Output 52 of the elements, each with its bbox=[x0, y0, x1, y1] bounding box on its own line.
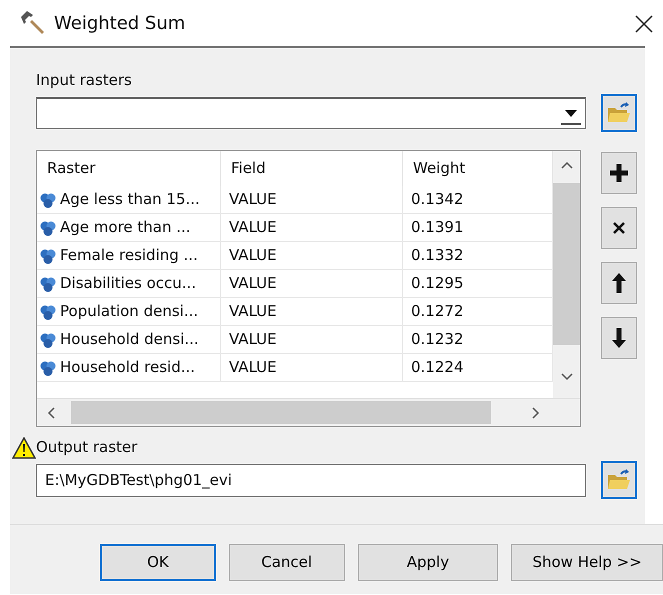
raster-name: Female residing ... bbox=[60, 245, 198, 266]
scroll-left-icon[interactable] bbox=[47, 407, 55, 419]
raster-name: Disabilities occu... bbox=[60, 273, 196, 294]
dialog-button[interactable]: Cancel bbox=[228, 544, 345, 581]
move-down-button[interactable] bbox=[601, 317, 637, 359]
folder-icon bbox=[607, 102, 631, 124]
table-cell: VALUE bbox=[221, 354, 403, 382]
table-cell: VALUE bbox=[221, 270, 403, 298]
input-rasters-label: Input rasters bbox=[36, 70, 133, 90]
raster-name: Age less than 15... bbox=[60, 189, 200, 210]
scroll-up-icon[interactable] bbox=[561, 161, 573, 169]
scrollbar-thumb[interactable] bbox=[553, 183, 580, 345]
table-cell: VALUE bbox=[221, 186, 403, 214]
column-header[interactable]: Raster bbox=[37, 151, 221, 186]
arrow-up-icon bbox=[612, 273, 626, 293]
hammer-icon bbox=[18, 10, 46, 36]
browse-folder-button[interactable] bbox=[601, 94, 637, 132]
window-title: Weighted Sum bbox=[54, 12, 186, 36]
raster-icon bbox=[39, 246, 57, 264]
remove-button[interactable] bbox=[601, 207, 637, 249]
raster-icon bbox=[39, 302, 57, 320]
table-cell: VALUE bbox=[221, 326, 403, 354]
browse-folder-button[interactable] bbox=[601, 461, 637, 499]
raster-icon bbox=[39, 190, 57, 208]
dialog-button[interactable]: Show Help >> bbox=[511, 544, 663, 581]
close-icon bbox=[635, 14, 653, 33]
input-rasters-combo[interactable] bbox=[36, 97, 586, 129]
add-button[interactable] bbox=[601, 152, 637, 194]
column-header[interactable]: Field bbox=[221, 151, 403, 186]
plus-icon bbox=[610, 164, 628, 182]
dialog-button[interactable]: Apply bbox=[358, 544, 498, 581]
raster-name: Household densi... bbox=[60, 329, 199, 350]
table-cell: VALUE bbox=[221, 242, 403, 270]
raster-name: Age more than ... bbox=[60, 217, 191, 238]
table-cell: VALUE bbox=[221, 214, 403, 242]
raster-icon bbox=[39, 218, 57, 236]
move-up-button[interactable] bbox=[601, 262, 637, 304]
dialog-button[interactable]: OK bbox=[100, 544, 216, 581]
raster-name: Household resid... bbox=[60, 357, 196, 378]
scroll-down-icon[interactable] bbox=[561, 373, 573, 381]
raster-icon bbox=[39, 358, 57, 376]
output-raster-label: Output raster bbox=[36, 437, 138, 457]
raster-icon bbox=[39, 330, 57, 348]
raster-icon bbox=[39, 274, 57, 292]
scroll-right-icon[interactable] bbox=[532, 407, 540, 419]
table-cell: VALUE bbox=[221, 298, 403, 326]
arrow-down-icon bbox=[612, 328, 626, 348]
output-raster-field[interactable]: E:\MyGDBTest\phg01_evi bbox=[36, 464, 586, 496]
scrollbar-thumb[interactable] bbox=[71, 401, 491, 424]
cross-icon bbox=[613, 222, 625, 234]
folder-icon bbox=[607, 469, 631, 491]
raster-name: Population densi... bbox=[60, 301, 198, 322]
